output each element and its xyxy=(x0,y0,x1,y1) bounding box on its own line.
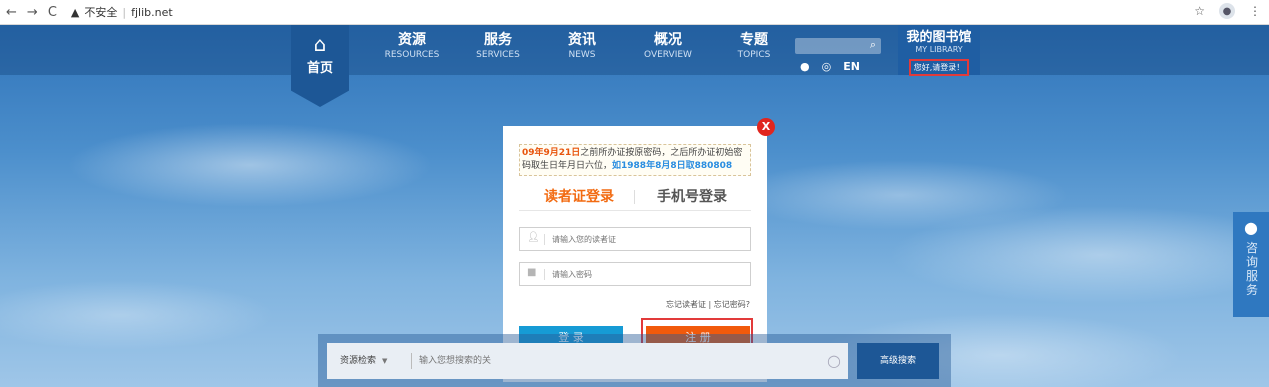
login-tabs: 读者证登录 手机号登录 xyxy=(519,186,751,211)
language-switch[interactable]: EN xyxy=(843,60,860,73)
social-links: ● ◎ EN xyxy=(800,60,860,73)
forgot-card-link[interactable]: 忘记读者证 xyxy=(666,300,706,309)
close-icon[interactable]: X xyxy=(757,118,775,136)
my-library-panel[interactable]: 我的图书馆 MY LIBRARY 您好,请登录！ xyxy=(898,25,980,76)
security-label: 不安全 xyxy=(84,6,118,19)
browser-actions: ☆ ● ⋮ xyxy=(1194,3,1261,19)
consult-label: 咨询服务 xyxy=(1245,241,1258,297)
chevron-down-icon: ▼ xyxy=(382,357,388,365)
chat-bubble-icon: ● xyxy=(1244,218,1258,237)
browser-toolbar: ← → C ▲ 不安全 | fjlib.net ☆ ● ⋮ xyxy=(0,0,1269,25)
browser-nav: ← → C xyxy=(6,5,57,20)
login-prompt-link[interactable]: 您好,请登录！ xyxy=(908,59,970,76)
nav-item-sublabel: OVERVIEW xyxy=(644,50,692,60)
star-icon[interactable]: ☆ xyxy=(1194,4,1205,18)
nav-item-label: 资源 xyxy=(398,32,426,48)
field-divider xyxy=(544,269,545,280)
nav-item-sublabel: RESOURCES xyxy=(384,50,440,60)
warning-icon: ▲ xyxy=(70,5,80,19)
forward-arrow-icon[interactable]: → xyxy=(27,5,38,20)
nav-item-news[interactable]: 资讯 NEWS xyxy=(542,32,622,62)
home-nav-button[interactable]: ⌂ 首页 xyxy=(291,25,349,107)
weibo-icon[interactable]: ◎ xyxy=(822,60,832,73)
field-divider xyxy=(544,234,545,245)
password-notice: 09年9月21日之前所办证按原密码，之后所办证初始密码取生日年月日六位，如198… xyxy=(519,144,751,176)
tab-phone-login[interactable]: 手机号登录 xyxy=(657,186,727,206)
home-icon: ⌂ xyxy=(313,32,327,56)
profile-avatar-icon[interactable]: ● xyxy=(1219,3,1235,19)
site-search-input[interactable]: ⌕ xyxy=(795,38,881,54)
more-menu-icon[interactable]: ⋮ xyxy=(1249,4,1261,18)
notice-example: 如1988年8月8日取880808 xyxy=(612,161,733,171)
my-library-subtitle: MY LIBRARY xyxy=(915,45,963,54)
search-icon[interactable]: ⌕ xyxy=(870,38,876,52)
home-label: 首页 xyxy=(306,61,333,76)
resource-search-bar: 资源检索 ▼ 输入您想搜索的关 ○ 高级搜索 xyxy=(318,334,951,387)
forgot-separator: | xyxy=(708,300,712,309)
nav-item-label: 概况 xyxy=(654,32,682,48)
address-bar[interactable]: ▲ 不安全 | fjlib.net xyxy=(71,4,173,20)
nav-item-resources[interactable]: 资源 RESOURCES xyxy=(372,32,452,62)
nav-item-sublabel: SERVICES xyxy=(476,50,520,60)
lock-icon: ■ xyxy=(527,267,537,278)
nav-item-topics[interactable]: 专题 TOPICS xyxy=(714,32,794,62)
search-scope-label: 资源检索 xyxy=(340,356,377,366)
advanced-search-button[interactable]: 高级搜索 xyxy=(857,343,939,379)
nav-item-services[interactable]: 服务 SERVICES xyxy=(458,32,538,62)
url-separator: | xyxy=(122,5,127,19)
back-arrow-icon[interactable]: ← xyxy=(6,5,17,20)
nav-item-label: 资讯 xyxy=(568,32,596,48)
tab-divider xyxy=(634,190,635,204)
tab-reader-card-login[interactable]: 读者证登录 xyxy=(544,186,614,206)
nav-item-overview[interactable]: 概况 OVERVIEW xyxy=(628,32,708,62)
search-icon[interactable]: ○ xyxy=(827,351,841,370)
nav-item-sublabel: NEWS xyxy=(568,50,596,60)
password-field[interactable]: ■ xyxy=(519,262,751,286)
nav-item-sublabel: TOPICS xyxy=(737,50,771,60)
forgot-links: 忘记读者证 | 忘记密码? xyxy=(666,299,750,310)
search-scope-select[interactable]: 资源检索 ▼ xyxy=(327,343,387,379)
nav-item-label: 专题 xyxy=(740,32,768,48)
notice-date: 09年9月21日 xyxy=(522,148,581,158)
password-input[interactable] xyxy=(552,266,742,282)
my-library-title: 我的图书馆 xyxy=(906,30,972,45)
url-text[interactable]: fjlib.net xyxy=(131,6,173,19)
wechat-icon[interactable]: ● xyxy=(800,60,810,73)
reader-card-input[interactable] xyxy=(552,231,742,247)
reader-card-field[interactable]: 👤︎ xyxy=(519,227,751,251)
nav-item-label: 服务 xyxy=(484,32,512,48)
reload-icon[interactable]: C xyxy=(48,5,57,20)
consult-service-widget[interactable]: ● 咨询服务 xyxy=(1233,212,1269,317)
search-input-area: 资源检索 ▼ 输入您想搜索的关 ○ xyxy=(327,343,848,379)
forgot-password-link[interactable]: 忘记密码? xyxy=(714,300,750,309)
resource-search-input[interactable]: 输入您想搜索的关 xyxy=(419,343,491,379)
search-divider xyxy=(411,353,412,369)
user-icon: 👤︎ xyxy=(527,232,540,243)
